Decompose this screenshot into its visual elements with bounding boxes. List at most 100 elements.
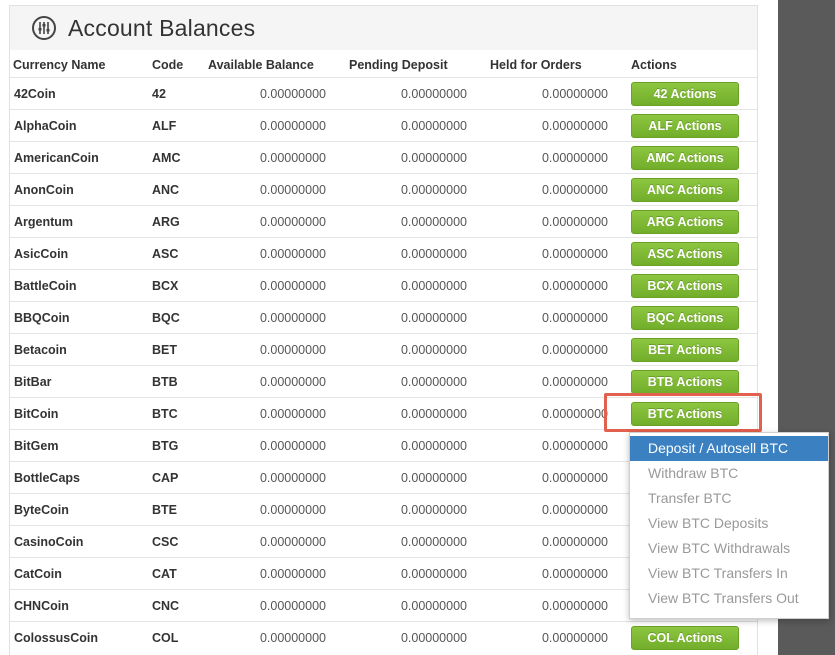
currency-name: BitCoin <box>14 407 59 421</box>
actions-button[interactable]: AMC Actions <box>631 146 739 170</box>
available-balance: 0.00000000 <box>259 247 326 261</box>
available-balance: 0.00000000 <box>259 343 326 357</box>
col-currency-name: Currency Name <box>13 58 106 72</box>
pending-deposit: 0.00000000 <box>400 311 467 325</box>
currency-code: BTB <box>152 375 178 389</box>
currency-code: CAT <box>152 567 177 581</box>
pending-deposit: 0.00000000 <box>400 87 467 101</box>
menu-item-view-deposits[interactable]: View BTC Deposits <box>630 511 828 536</box>
held-for-orders: 0.00000000 <box>541 119 608 133</box>
currency-code: BET <box>152 343 177 357</box>
pending-deposit: 0.00000000 <box>400 247 467 261</box>
highlight-box <box>604 393 762 432</box>
actions-button[interactable]: COL Actions <box>631 626 739 650</box>
available-balance: 0.00000000 <box>259 151 326 165</box>
available-balance: 0.00000000 <box>259 535 326 549</box>
pending-deposit: 0.00000000 <box>400 119 467 133</box>
currency-name: AmericanCoin <box>14 151 99 165</box>
currency-name: BitGem <box>14 439 59 453</box>
pending-deposit: 0.00000000 <box>400 343 467 357</box>
menu-item-view-withdrawals[interactable]: View BTC Withdrawals <box>630 536 828 561</box>
actions-button[interactable]: BCX Actions <box>631 274 739 298</box>
currency-name: BBQCoin <box>14 311 70 325</box>
actions-button[interactable]: ALF Actions <box>631 114 739 138</box>
table-row: 42Coin 42 0.00000000 0.00000000 0.00000000 42… <box>10 77 757 109</box>
actions-button[interactable]: BTB Actions <box>631 370 739 394</box>
menu-item-withdraw[interactable]: Withdraw BTC <box>630 461 828 486</box>
table-row: Betacoin BET 0.00000000 0.00000000 0.0000000… <box>10 333 757 365</box>
actions-button[interactable]: ASC Actions <box>631 242 739 266</box>
currency-code: ASC <box>152 247 179 261</box>
held-for-orders: 0.00000000 <box>541 343 608 357</box>
currency-name: AsicCoin <box>14 247 69 261</box>
actions-button[interactable]: 42 Actions <box>631 82 739 106</box>
table-row: BattleCoin BCX 0.00000000 0.00000000 0.00000… <box>10 269 757 301</box>
currency-code: AMC <box>152 151 181 165</box>
currency-name: ColossusCoin <box>14 631 99 645</box>
actions-button[interactable]: BQC Actions <box>631 306 739 330</box>
currency-name: AlphaCoin <box>14 119 77 133</box>
currency-code: CSC <box>152 535 179 549</box>
pending-deposit: 0.00000000 <box>400 471 467 485</box>
pending-deposit: 0.00000000 <box>400 279 467 293</box>
pending-deposit: 0.00000000 <box>400 375 467 389</box>
pending-deposit: 0.00000000 <box>400 215 467 229</box>
currency-code: BTE <box>152 503 177 517</box>
col-pending-deposit: Pending Deposit <box>349 58 448 72</box>
pending-deposit: 0.00000000 <box>400 599 467 613</box>
table-row: ColossusCoin COL 0.00000000 0.00000000 0.000… <box>10 621 757 653</box>
page-title: Account Balances <box>68 15 256 41</box>
held-for-orders: 0.00000000 <box>541 375 608 389</box>
currency-code: CNC <box>152 599 180 613</box>
actions-button[interactable]: BET Actions <box>631 338 739 362</box>
actions-button[interactable]: ARG Actions <box>631 210 739 234</box>
available-balance: 0.00000000 <box>259 183 326 197</box>
currency-code: ARG <box>152 215 180 229</box>
menu-item-transfer[interactable]: Transfer BTC <box>630 486 828 511</box>
currency-name: BitBar <box>14 375 52 389</box>
currency-name: Betacoin <box>14 343 67 357</box>
currency-code: BQC <box>152 311 180 325</box>
available-balance: 0.00000000 <box>259 375 326 389</box>
sliders-icon <box>32 16 56 40</box>
pending-deposit: 0.00000000 <box>400 567 467 581</box>
held-for-orders: 0.00000000 <box>541 247 608 261</box>
held-for-orders: 0.00000000 <box>541 599 608 613</box>
pending-deposit: 0.00000000 <box>400 503 467 517</box>
currency-code: 42 <box>152 87 166 101</box>
currency-name: BattleCoin <box>14 279 77 293</box>
available-balance: 0.00000000 <box>259 119 326 133</box>
table-row: AmericanCoin AMC 0.00000000 0.00000000 0.000… <box>10 141 757 173</box>
currency-code: COL <box>152 631 179 645</box>
col-held-for-orders: Held for Orders <box>490 58 582 72</box>
menu-item-view-transfers-out[interactable]: View BTC Transfers Out <box>630 586 828 611</box>
available-balance: 0.00000000 <box>259 279 326 293</box>
pending-deposit: 0.00000000 <box>400 183 467 197</box>
available-balance: 0.00000000 <box>259 215 326 229</box>
available-balance: 0.00000000 <box>259 599 326 613</box>
held-for-orders: 0.00000000 <box>541 503 608 517</box>
currency-name: AnonCoin <box>14 183 74 197</box>
col-available-balance: Available Balance <box>208 58 314 72</box>
panel-header: Account Balances <box>9 5 758 50</box>
actions-button[interactable]: ANC Actions <box>631 178 739 202</box>
held-for-orders: 0.00000000 <box>541 87 608 101</box>
held-for-orders: 0.00000000 <box>541 535 608 549</box>
table-row: BBQCoin BQC 0.00000000 0.00000000 0.00000000… <box>10 301 757 333</box>
currency-name: CHNCoin <box>14 599 69 613</box>
currency-name: BottleCaps <box>14 471 80 485</box>
currency-name: CatCoin <box>14 567 62 581</box>
pending-deposit: 0.00000000 <box>400 151 467 165</box>
currency-code: ANC <box>152 183 180 197</box>
currency-name: CasinoCoin <box>14 535 84 549</box>
menu-item-view-transfers-in[interactable]: View BTC Transfers In <box>630 561 828 586</box>
available-balance: 0.00000000 <box>259 471 326 485</box>
table-row: AlphaCoin ALF 0.00000000 0.00000000 0.000000… <box>10 109 757 141</box>
currency-name: Argentum <box>14 215 74 229</box>
menu-item-deposit-autosell[interactable]: Deposit / Autosell BTC <box>630 436 828 461</box>
available-balance: 0.00000000 <box>259 407 326 421</box>
available-balance: 0.00000000 <box>259 631 326 645</box>
held-for-orders: 0.00000000 <box>541 215 608 229</box>
pending-deposit: 0.00000000 <box>400 407 467 421</box>
held-for-orders: 0.00000000 <box>541 631 608 645</box>
